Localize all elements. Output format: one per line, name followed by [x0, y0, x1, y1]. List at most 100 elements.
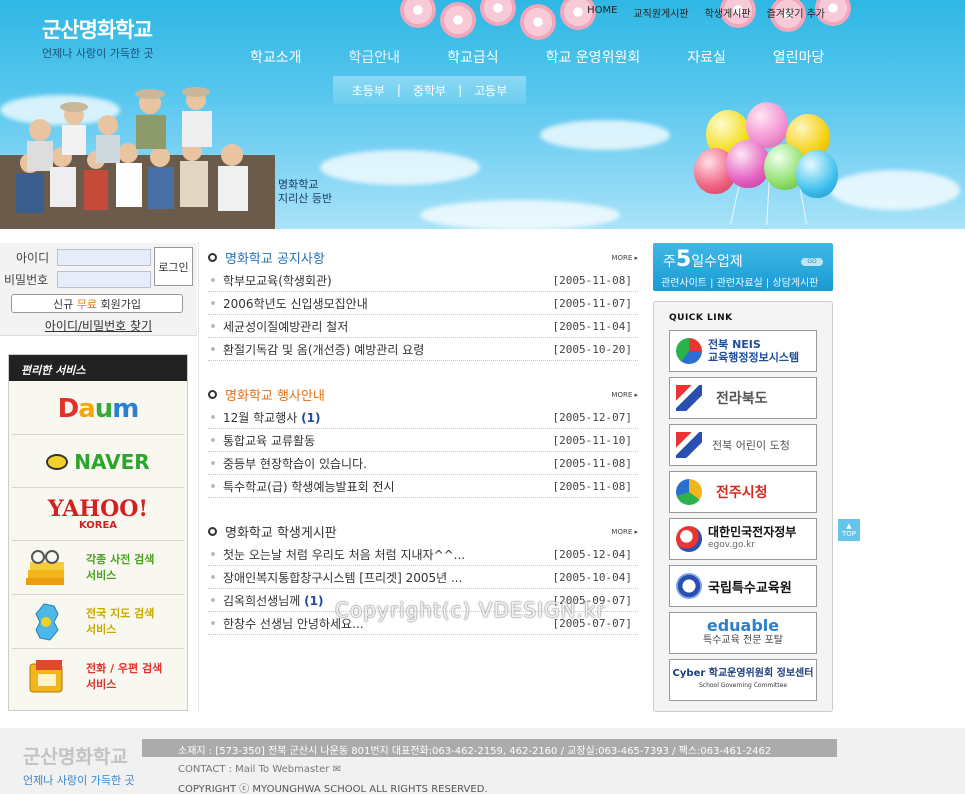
quick-link-special-edu[interactable]: 국립특수교육원 [669, 565, 817, 607]
dot-bullet-icon [211, 438, 215, 442]
board-header: 명화학교 학생게시판 MORE ▸ [208, 521, 638, 543]
nav-open-forum[interactable]: 열린마당 [773, 47, 825, 67]
password-input[interactable] [57, 271, 151, 288]
quick-link-egov[interactable]: 대한민국전자정부 egov.go.kr [669, 518, 817, 560]
footer-contact-link[interactable]: CONTACT : Mail To Webmaster ✉ [178, 764, 341, 775]
convenient-services: 편리한 서비스 Daum NAVER YAHOO! KOREA 각종 사전 검색… [8, 354, 188, 711]
dot-bullet-icon [211, 347, 215, 351]
go-button[interactable]: GO [801, 258, 823, 266]
subnav-middle[interactable]: 중학부 [413, 82, 446, 99]
board-row[interactable]: 특수학교(급) 학생예능발표회 전시 [2005-11-08] [208, 475, 638, 498]
top-link-student-board[interactable]: 학생게시판 [705, 5, 751, 20]
service-map[interactable]: 전국 지도 검색 서비스 [12, 596, 184, 649]
signup-button[interactable]: 신규 무료 회원가입 [11, 294, 183, 313]
header-banner: 군산명화학교 언제나 사랑이 가득한 곳 HOME 교직원게시판 학생게시판 즐… [0, 0, 965, 229]
dot-bullet-icon [211, 484, 215, 488]
top-links: HOME 교직원게시판 학생게시판 즐겨찾기 추가 [587, 5, 825, 20]
naver-icon [46, 453, 69, 470]
more-link[interactable]: MORE ▸ [611, 528, 638, 536]
five-day-week-banner[interactable]: 주5일수업제 GO 관련사이트 | 관련자료실 | 상담게시판 [653, 243, 833, 291]
dot-bullet-icon [211, 552, 215, 556]
subnav-high[interactable]: 고등부 [474, 82, 507, 99]
board-title: 명화학교 학생게시판 [225, 526, 337, 541]
row-date: [2005-11-07] [552, 296, 632, 310]
row-title-text: 장애인복지통합창구시스템 [프리겟] 2005년 ... [223, 570, 463, 585]
blossom-decoration [440, 2, 476, 38]
service-dictionary[interactable]: 각종 사전 검색 서비스 [12, 542, 184, 595]
nav-archive[interactable]: 자료실 [687, 47, 726, 67]
five-day-links[interactable]: 관련사이트 | 관련자료실 | 상담게시판 [661, 274, 818, 289]
quick-link-jeonju-city[interactable]: 전주시청 [669, 471, 817, 513]
board-header: 명화학교 공지사항 MORE ▸ [208, 247, 638, 269]
service-yahoo[interactable]: YAHOO! KOREA [12, 489, 184, 541]
quick-link-label: School Governing Committee [698, 682, 788, 689]
footer-logo: 군산명화학교 [23, 746, 128, 768]
nav-steering-committee[interactable]: 학교 운영위원회 [546, 47, 641, 67]
row-title-text: 중등부 현장학습이 있습니다. [223, 456, 367, 471]
row-title-text: 12월 학교행사 [223, 410, 302, 425]
board-row[interactable]: 첫눈 오는날 처럼 우리도 처음 처럼 지내자^^... [2005-12-04] [208, 543, 638, 566]
find-account-link[interactable]: 아이디/비밀번호 찾기 [0, 317, 197, 334]
service-naver[interactable]: NAVER [12, 436, 184, 488]
circle-bullet-icon [208, 527, 217, 536]
main-navigation: 학교소개 학급안내 학교급식 학교 운영위원회 자료실 열린마당 [250, 47, 871, 67]
subnav-elementary[interactable]: 초등부 [352, 82, 385, 99]
row-title: 첫눈 오는날 처럼 우리도 처음 처럼 지내자^^... [223, 546, 553, 563]
board-row[interactable]: 12월 학교행사 (1) [2005-12-07] [208, 406, 638, 429]
quick-link-cyber-committee[interactable]: Cyber 학교운영위원회 정보센터 School Governing Commi… [669, 659, 817, 701]
books-icon [26, 550, 64, 585]
nav-class-info[interactable]: 학급안내 [349, 47, 401, 67]
password-label: 비밀번호 [4, 273, 49, 287]
row-comment-count: (1) [304, 593, 324, 608]
board-row[interactable]: 장애인복지통합창구시스템 [프리겟] 2005년 ... [2005-10-04] [208, 566, 638, 589]
sub-navigation: 초등부 | 중학부 | 고등부 [333, 76, 526, 104]
board-row[interactable]: 2006학년도 신입생모집안내 [2005-11-07] [208, 292, 638, 315]
quick-link-kids-province[interactable]: 전북 어린이 도청 [669, 424, 817, 466]
more-link[interactable]: MORE ▸ [611, 391, 638, 399]
board-events: 명화학교 행사안내 MORE ▸ 12월 학교행사 (1) [2005-12-07… [208, 384, 638, 498]
scroll-top-button[interactable]: ▲ TOP [838, 519, 860, 541]
top-link-bookmark[interactable]: 즐겨찾기 추가 [767, 5, 825, 20]
row-title: 장애인복지통합창구시스템 [프리겟] 2005년 ... [223, 569, 553, 586]
row-date: [2005-11-08] [552, 456, 632, 470]
service-map-label: 서비스 [86, 623, 117, 636]
service-phone-post[interactable]: 전화 / 우편 검색 서비스 [12, 650, 184, 704]
top-link-staff-board[interactable]: 교직원게시판 [633, 5, 688, 20]
row-date: [2005-10-20] [552, 342, 632, 356]
login-button[interactable]: 로그인 [154, 247, 193, 286]
quick-link-jeonbuk[interactable]: 전라북도 [669, 377, 817, 419]
board-row[interactable]: 중등부 현장학습이 있습니다. [2005-11-08] [208, 452, 638, 475]
quick-link-label: 전북 NEIS [708, 338, 761, 351]
footer-copyright: COPYRIGHT ⓒ MYOUNGHWA SCHOOL ALL RIGHTS … [178, 784, 488, 794]
naver-logo: NAVER [74, 449, 150, 474]
service-daum[interactable]: Daum [12, 383, 184, 435]
top-link-home[interactable]: HOME [587, 5, 617, 20]
signup-prefix: 신규 [53, 297, 74, 311]
site-logo[interactable]: 군산명화학교 [42, 14, 153, 44]
nav-school-meals[interactable]: 학교급식 [447, 47, 499, 67]
dot-bullet-icon [211, 301, 215, 305]
jeonbuk-logo-icon [676, 385, 702, 411]
quick-link-label: 전북 어린이 도청 [712, 439, 790, 452]
quick-link-neis[interactable]: 전북 NEIS 교육행정정보시스템 [669, 330, 817, 372]
board-header: 명화학교 행사안내 MORE ▸ [208, 384, 638, 406]
board-row[interactable]: 환절기독감 및 옴(개선증) 예방관리 요령 [2005-10-20] [208, 338, 638, 361]
quick-link-label: 전라북도 [716, 391, 768, 407]
dot-bullet-icon [211, 575, 215, 579]
board-row[interactable]: 세균성이질예방관리 철저 [2005-11-04] [208, 315, 638, 338]
services-title: 편리한 서비스 [9, 355, 187, 381]
phone-book-icon [29, 660, 63, 693]
blossom-decoration [520, 4, 556, 40]
more-link[interactable]: MORE ▸ [611, 254, 638, 262]
row-title-text: 2006학년도 신입생모집안내 [223, 296, 368, 311]
board-row[interactable]: 통합교육 교류활동 [2005-11-10] [208, 429, 638, 452]
id-input[interactable] [57, 249, 151, 266]
nav-school-intro[interactable]: 학교소개 [250, 47, 302, 67]
board-row[interactable]: 학부모교육(학생회관) [2005-11-08] [208, 269, 638, 292]
row-title-text: 특수학교(급) 학생예능발표회 전시 [223, 479, 395, 494]
korea-map-icon [35, 603, 59, 641]
neis-logo-icon [676, 338, 702, 364]
up-arrow-icon: ▲ [846, 522, 852, 530]
blossom-decoration [400, 0, 436, 28]
quick-link-eduable[interactable]: eduable 특수교육 전문 포탈 [669, 612, 817, 654]
